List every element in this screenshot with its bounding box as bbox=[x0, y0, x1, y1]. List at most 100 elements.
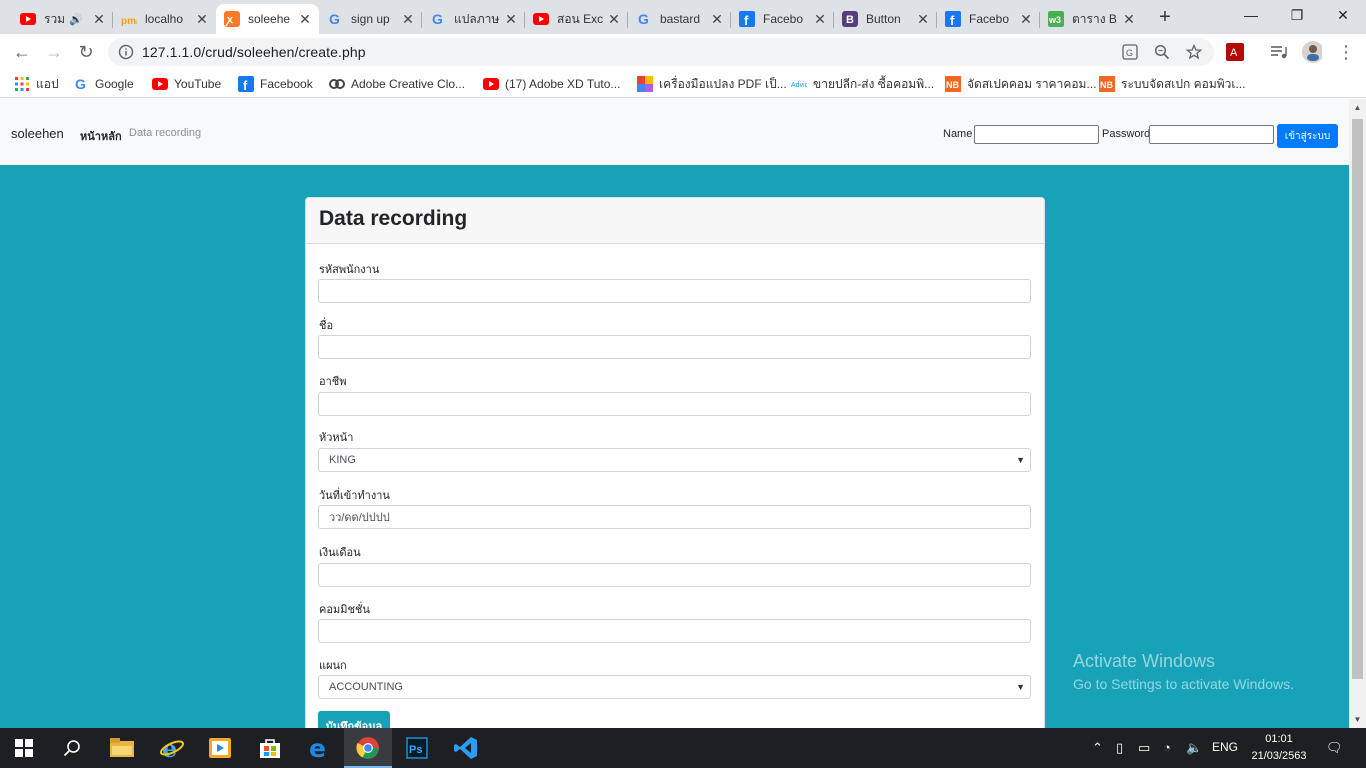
close-tab-icon[interactable]: ✕ bbox=[915, 11, 931, 27]
media-control-icon[interactable] bbox=[1269, 42, 1289, 62]
bookmark-label: ระบบจัดสเปก คอมพิวเ... bbox=[1121, 76, 1246, 91]
tab-title: soleehe bbox=[248, 12, 291, 26]
bookmark-item[interactable]: G Google bbox=[73, 76, 134, 92]
save-button[interactable]: บันทึกข้อมูล bbox=[318, 711, 390, 728]
store-icon[interactable] bbox=[246, 728, 294, 768]
new-tab-button[interactable]: + bbox=[1154, 6, 1176, 28]
close-tab-icon[interactable]: ✕ bbox=[606, 11, 622, 27]
vscode-icon[interactable] bbox=[442, 728, 490, 768]
close-window-icon[interactable]: ✕ bbox=[1320, 0, 1366, 30]
scroll-up-icon[interactable]: ▲ bbox=[1349, 99, 1366, 116]
name-label: ชื่อ bbox=[319, 320, 334, 332]
browser-tab[interactable]: f Facebo ✕ bbox=[731, 4, 834, 34]
hire-date-input[interactable]: วว/ดด/ปปปป bbox=[318, 505, 1031, 529]
system-clock[interactable]: 01:01 21/03/2563 bbox=[1248, 731, 1310, 765]
scrollbar-thumb[interactable] bbox=[1352, 119, 1363, 679]
browser-tab[interactable]: pma localho ✕ bbox=[113, 4, 216, 34]
back-arrow-icon[interactable]: ← bbox=[8, 38, 36, 66]
usb-device-icon[interactable]: ▯ bbox=[1116, 740, 1123, 756]
tab-title: Button bbox=[866, 12, 901, 26]
reload-icon[interactable]: ↻ bbox=[72, 38, 100, 66]
salary-input[interactable] bbox=[318, 563, 1031, 587]
volume-icon[interactable]: 🔈 bbox=[1186, 740, 1202, 756]
browser-tab-active[interactable]: ꭗ soleehe ✕ bbox=[216, 4, 319, 34]
bookmark-item[interactable]: เครื่องมือแปลง PDF เป็... bbox=[637, 76, 787, 92]
address-bar[interactable]: 127.1.1.0/crud/soleehen/create.php G bbox=[108, 38, 1214, 66]
photoshop-icon[interactable]: Ps bbox=[393, 728, 441, 768]
media-player-icon[interactable] bbox=[196, 728, 244, 768]
close-tab-icon[interactable]: ✕ bbox=[1018, 11, 1034, 27]
bookmark-item[interactable]: แอป bbox=[14, 76, 59, 92]
bookmark-item[interactable]: NB ระบบจัดสเปก คอมพิวเ... bbox=[1099, 76, 1246, 92]
translate-icon[interactable]: G bbox=[1122, 44, 1138, 60]
bookmark-star-icon[interactable] bbox=[1186, 44, 1202, 60]
browser-tab[interactable]: สอน Exc ✕ bbox=[525, 4, 628, 34]
info-icon[interactable] bbox=[118, 44, 134, 60]
notification-center-icon[interactable]: 🗨 bbox=[1326, 740, 1343, 756]
navbar-brand[interactable]: soleehen bbox=[11, 126, 64, 141]
bookmark-item[interactable]: YouTube bbox=[152, 76, 221, 92]
profile-avatar-icon[interactable] bbox=[1302, 41, 1322, 63]
bookmark-item[interactable]: f Facebook bbox=[238, 76, 313, 92]
job-label: อาชีพ bbox=[319, 376, 347, 388]
tab-title: Facebo bbox=[763, 12, 804, 26]
google-icon: G bbox=[636, 11, 652, 27]
browser-tab[interactable]: รวม 🔊 ✕ bbox=[12, 4, 113, 34]
close-tab-icon[interactable]: ✕ bbox=[709, 11, 725, 27]
bookmark-item[interactable]: (17) Adobe XD Tuto... bbox=[483, 76, 620, 92]
adobe-acrobat-icon[interactable]: A bbox=[1225, 42, 1245, 62]
wifi-icon[interactable]: ◔ bbox=[1163, 740, 1171, 755]
employee-id-input[interactable] bbox=[318, 279, 1031, 303]
edge-icon[interactable]: e bbox=[296, 728, 344, 768]
language-indicator[interactable]: ENG bbox=[1212, 740, 1238, 754]
apps-grid-icon bbox=[14, 76, 30, 92]
browser-tab[interactable]: f Facebo ✕ bbox=[937, 4, 1040, 34]
name-input[interactable] bbox=[974, 125, 1099, 144]
page-scrollbar[interactable]: ▲ ▼ bbox=[1349, 99, 1366, 728]
file-explorer-icon[interactable] bbox=[98, 728, 146, 768]
svg-text:f: f bbox=[243, 78, 248, 92]
bookmark-item[interactable]: Adobe Creative Clo... bbox=[329, 76, 465, 92]
battery-icon[interactable]: ▭ bbox=[1138, 740, 1150, 756]
adobe-cc-icon bbox=[329, 76, 345, 92]
search-icon[interactable] bbox=[48, 728, 96, 768]
forward-arrow-icon[interactable]: → bbox=[40, 38, 68, 66]
internet-explorer-icon[interactable]: e bbox=[148, 728, 196, 768]
browser-tab[interactable]: w3 ตาราง B ✕ bbox=[1040, 4, 1143, 34]
close-tab-icon[interactable]: ✕ bbox=[91, 11, 107, 27]
bookmark-item[interactable]: Advice ขายปลีก-ส่ง ซื้อคอมพิ... bbox=[791, 76, 934, 92]
manager-select[interactable]: KING ▼ bbox=[318, 448, 1031, 472]
browser-tab[interactable]: G แปลภาษ ✕ bbox=[422, 4, 525, 34]
name-input[interactable] bbox=[318, 335, 1031, 359]
windows-start-icon[interactable] bbox=[0, 728, 48, 768]
windows-taskbar: e e Ps ⌃ ▯ ▭ ◔ 🔈 ENG 01:01 21/03/2563 🗨 bbox=[0, 728, 1366, 768]
browser-tab[interactable]: G sign up ✕ bbox=[319, 4, 422, 34]
commission-input[interactable] bbox=[318, 619, 1031, 643]
close-tab-icon[interactable]: ✕ bbox=[1121, 11, 1137, 27]
zoom-icon[interactable] bbox=[1154, 44, 1170, 60]
close-tab-icon[interactable]: ✕ bbox=[812, 11, 828, 27]
job-input[interactable] bbox=[318, 392, 1031, 416]
tab-title: ตาราง B bbox=[1072, 11, 1117, 26]
close-tab-icon[interactable]: ✕ bbox=[503, 11, 519, 27]
login-button[interactable]: เข้าสู่ระบบ bbox=[1277, 124, 1338, 148]
name-label: Name bbox=[943, 128, 973, 140]
nav-link-home[interactable]: หน้าหลัก bbox=[80, 127, 122, 145]
password-input[interactable] bbox=[1149, 125, 1274, 144]
bookmark-item[interactable]: NB จัดสเปคคอม ราคาคอม... bbox=[945, 76, 1096, 92]
bookmark-label: (17) Adobe XD Tuto... bbox=[505, 77, 621, 91]
show-hidden-icons-chevron[interactable]: ⌃ bbox=[1092, 740, 1103, 756]
minimize-icon[interactable]: — bbox=[1228, 0, 1274, 30]
chrome-menu-icon[interactable]: ⋮ bbox=[1336, 42, 1356, 62]
department-select[interactable]: ACCOUNTING ▼ bbox=[318, 675, 1031, 699]
scroll-down-icon[interactable]: ▼ bbox=[1349, 711, 1366, 728]
chrome-icon[interactable] bbox=[344, 728, 392, 768]
nav-link-data-recording[interactable]: Data recording bbox=[129, 127, 201, 139]
close-tab-icon[interactable]: ✕ bbox=[194, 11, 210, 27]
browser-tab[interactable]: G bastard ✕ bbox=[628, 4, 731, 34]
close-tab-icon[interactable]: ✕ bbox=[400, 11, 416, 27]
clock-date: 21/03/2563 bbox=[1251, 750, 1307, 762]
restore-icon[interactable]: ❐ bbox=[1274, 0, 1320, 30]
close-tab-icon[interactable]: ✕ bbox=[297, 11, 313, 27]
browser-tab[interactable]: B Button ✕ bbox=[834, 4, 937, 34]
